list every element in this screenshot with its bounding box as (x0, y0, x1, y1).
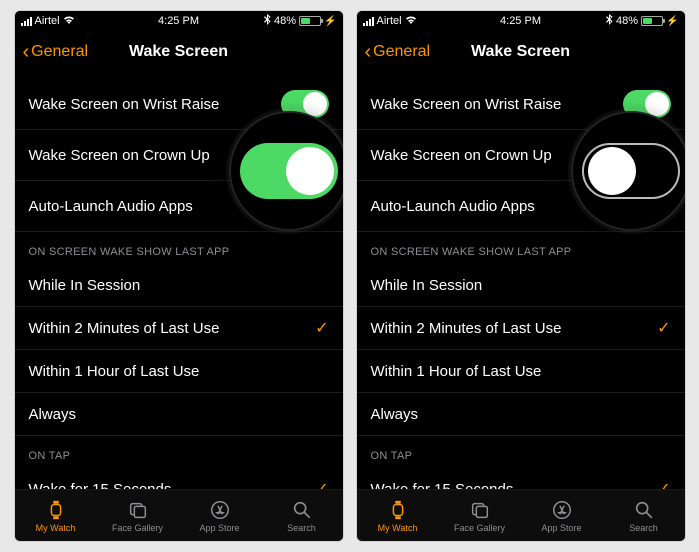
wifi-icon (63, 15, 75, 28)
zoom-toggle-on (240, 143, 338, 199)
row-last-app-option[interactable]: Within 2 Minutes of Last Use ✓ (357, 307, 685, 350)
tab-bar: My Watch Face Gallery App Store Search (15, 489, 343, 541)
row-last-app-option[interactable]: While In Session ✓ (15, 264, 343, 307)
tab-app-store[interactable]: App Store (521, 490, 603, 541)
bluetooth-icon (264, 14, 271, 28)
tab-bar: My Watch Face Gallery App Store Search (357, 489, 685, 541)
watch-icon (387, 499, 409, 521)
appstore-icon (209, 499, 231, 521)
option-label: Within 2 Minutes of Last Use (29, 320, 316, 337)
bluetooth-icon (606, 14, 613, 28)
option-label: Wake for 15 Seconds (29, 481, 316, 490)
search-icon (291, 499, 313, 521)
row-last-app-option[interactable]: Within 2 Minutes of Last Use ✓ (15, 307, 343, 350)
phone-screen-left: Airtel 4:25 PM 48% ⚡ ‹ General Wake Scre… (14, 10, 344, 542)
battery-pct: 48% (616, 15, 638, 27)
watch-icon (45, 499, 67, 521)
row-last-app-option[interactable]: Within 1 Hour of Last Use ✓ (357, 350, 685, 393)
gallery-icon (469, 499, 491, 521)
row-last-app-option[interactable]: While In Session ✓ (357, 264, 685, 307)
tab-label: My Watch (36, 523, 76, 533)
status-bar: Airtel 4:25 PM 48% ⚡ (15, 11, 343, 31)
group-header-last-app: ON SCREEN WAKE SHOW LAST APP (15, 232, 343, 264)
row-label: Wake Screen on Wrist Raise (371, 96, 623, 113)
tab-label: Face Gallery (112, 523, 163, 533)
appstore-icon (551, 499, 573, 521)
charging-icon: ⚡ (324, 16, 336, 27)
signal-icon (363, 17, 374, 26)
battery-icon (299, 16, 321, 26)
row-last-app-option[interactable]: Within 1 Hour of Last Use ✓ (15, 350, 343, 393)
signal-icon (21, 17, 32, 26)
checkmark-icon: ✓ (315, 479, 328, 489)
checkmark-icon: ✓ (657, 479, 670, 489)
tab-label: App Store (199, 523, 239, 533)
option-label: Always (371, 406, 658, 423)
tab-search[interactable]: Search (261, 490, 343, 541)
row-on-tap-option[interactable]: Wake for 15 Seconds ✓ (357, 468, 685, 489)
option-label: Within 1 Hour of Last Use (371, 363, 658, 380)
checkmark-icon: ✓ (315, 318, 328, 338)
option-label: Within 2 Minutes of Last Use (371, 320, 658, 337)
tab-search[interactable]: Search (603, 490, 685, 541)
tab-face-gallery[interactable]: Face Gallery (439, 490, 521, 541)
row-on-tap-option[interactable]: Wake for 15 Seconds ✓ (15, 468, 343, 489)
option-label: Always (29, 406, 316, 423)
chevron-left-icon: ‹ (365, 42, 372, 62)
gallery-icon (127, 499, 149, 521)
tab-my-watch[interactable]: My Watch (357, 490, 439, 541)
back-label: General (31, 43, 88, 61)
carrier-label: Airtel (35, 15, 60, 27)
nav-bar: ‹ General Wake Screen (357, 31, 685, 73)
tab-label: My Watch (378, 523, 418, 533)
tab-face-gallery[interactable]: Face Gallery (97, 490, 179, 541)
zoom-lens (571, 111, 686, 231)
battery-icon (641, 16, 663, 26)
checkmark-icon: ✓ (657, 404, 670, 424)
group-header-on-tap: ON TAP (357, 436, 685, 468)
option-label: Within 1 Hour of Last Use (29, 363, 316, 380)
zoom-toggle-off (582, 143, 680, 199)
back-label: General (373, 43, 430, 61)
zoom-lens (229, 111, 344, 231)
back-button[interactable]: ‹ General (23, 42, 89, 62)
row-label: Wake Screen on Wrist Raise (29, 96, 281, 113)
charging-icon: ⚡ (666, 16, 678, 27)
checkmark-icon: ✓ (315, 275, 328, 295)
group-header-last-app: ON SCREEN WAKE SHOW LAST APP (357, 232, 685, 264)
checkmark-icon: ✓ (315, 404, 328, 424)
checkmark-icon: ✓ (315, 361, 328, 381)
checkmark-icon: ✓ (657, 318, 670, 338)
checkmark-icon: ✓ (657, 275, 670, 295)
tab-label: App Store (541, 523, 581, 533)
checkmark-icon: ✓ (657, 361, 670, 381)
tab-app-store[interactable]: App Store (179, 490, 261, 541)
back-button[interactable]: ‹ General (365, 42, 431, 62)
nav-bar: ‹ General Wake Screen (15, 31, 343, 73)
group-header-on-tap: ON TAP (15, 436, 343, 468)
row-last-app-option[interactable]: Always ✓ (15, 393, 343, 436)
carrier-label: Airtel (377, 15, 402, 27)
wifi-icon (405, 15, 417, 28)
option-label: Wake for 15 Seconds (371, 481, 658, 490)
search-icon (633, 499, 655, 521)
option-label: While In Session (371, 277, 658, 294)
battery-pct: 48% (274, 15, 296, 27)
row-last-app-option[interactable]: Always ✓ (357, 393, 685, 436)
option-label: While In Session (29, 277, 316, 294)
phone-screen-right: Airtel 4:25 PM 48% ⚡ ‹ General Wake Scre… (356, 10, 686, 542)
tab-label: Search (287, 523, 316, 533)
tab-label: Search (629, 523, 658, 533)
tab-my-watch[interactable]: My Watch (15, 490, 97, 541)
tab-label: Face Gallery (454, 523, 505, 533)
chevron-left-icon: ‹ (23, 42, 30, 62)
status-bar: Airtel 4:25 PM 48% ⚡ (357, 11, 685, 31)
